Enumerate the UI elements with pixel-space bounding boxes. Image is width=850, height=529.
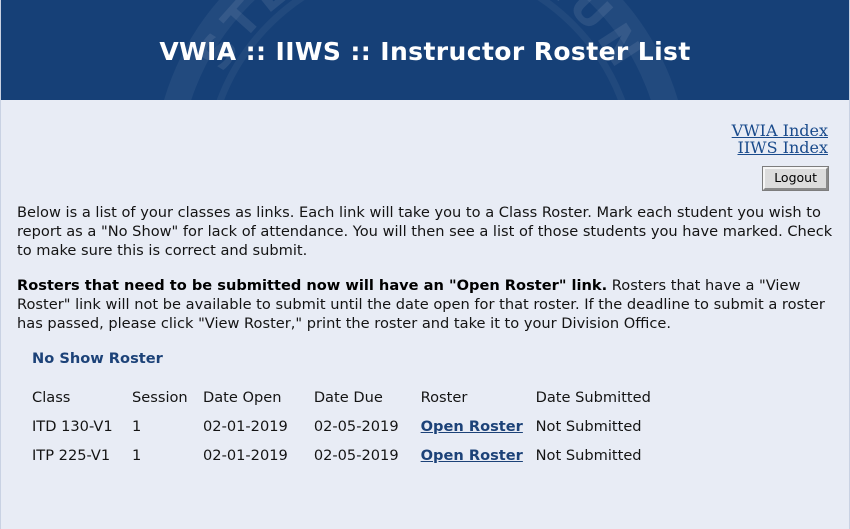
open-roster-link[interactable]: Open Roster	[421, 418, 523, 435]
cell-date-submitted: Not Submitted	[535, 417, 642, 435]
cell-date-submitted: Not Submitted	[535, 446, 642, 464]
cell-roster: Open Roster	[421, 418, 536, 447]
cell-class: ITD 130-V1	[32, 417, 113, 435]
cell-date-due: 02-05-2019	[313, 446, 399, 464]
roster-table: Class Session Date Open Date Due Roster …	[32, 389, 686, 476]
table-row: ITP 225-V1 1 02-01-2019 02-05-2019 Open …	[32, 447, 686, 476]
open-roster-link[interactable]: Open Roster	[421, 447, 523, 464]
logout-button-wrap: Logout	[1, 165, 829, 191]
cell-class: ITP 225-V1	[32, 446, 111, 464]
page-banner: STERN COMMUN VWIA :: IIWS :: Instructor …	[1, 0, 849, 100]
logout-button[interactable]: Logout	[762, 165, 829, 191]
nav-link-iiws-index[interactable]: IIWS Index	[1, 139, 829, 157]
section-title: No Show Roster	[32, 349, 163, 367]
instructions-paragraph-2-bold: Rosters that need to be submitted now wi…	[17, 276, 608, 294]
cell-date-open: 02-01-2019	[203, 417, 288, 435]
cell-date-due: 02-05-2019	[313, 417, 399, 435]
table-row: ITD 130-V1 1 02-01-2019 02-05-2019 Open …	[32, 418, 686, 447]
roster-table-head: Class Session Date Open Date Due Roster …	[32, 389, 686, 418]
column-header-roster: Roster	[420, 388, 468, 406]
cell-roster: Open Roster	[421, 447, 536, 476]
nav-link-vwia-index[interactable]: VWIA Index	[1, 122, 828, 140]
roster-table-body: ITD 130-V1 1 02-01-2019 02-05-2019 Open …	[32, 418, 686, 476]
cell-session: 1	[132, 417, 142, 435]
no-show-roster-section: No Show Roster Class Session Date Open D…	[32, 350, 849, 476]
page-title: VWIA :: IIWS :: Instructor Roster List	[159, 37, 691, 66]
instructions-block: Below is a list of your classes as links…	[17, 190, 833, 334]
column-header-date-submitted: Date Submitted	[535, 388, 651, 406]
page-root: STERN COMMUN VWIA :: IIWS :: Instructor …	[0, 0, 850, 529]
column-header-session: Session	[132, 388, 188, 406]
instructions-paragraph-1: Below is a list of your classes as links…	[17, 203, 833, 259]
top-nav: VWIA Index IIWS Index Logout	[1, 100, 849, 191]
cell-session: 1	[132, 446, 142, 464]
column-header-date-due: Date Due	[313, 388, 383, 406]
cell-date-open: 02-01-2019	[203, 446, 288, 464]
column-header-date-open: Date Open	[203, 388, 282, 406]
instructions-paragraph-2: Rosters that need to be submitted now wi…	[17, 277, 833, 334]
column-header-class: Class	[32, 388, 71, 406]
table-header-row: Class Session Date Open Date Due Roster …	[32, 389, 686, 418]
